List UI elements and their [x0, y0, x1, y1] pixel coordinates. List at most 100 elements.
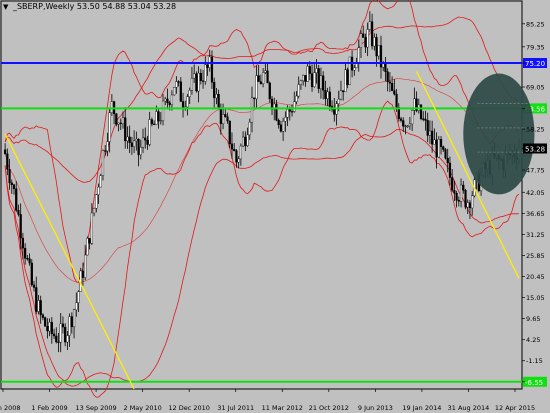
candle-body: [382, 63, 385, 68]
candle-body: [97, 186, 100, 195]
candle-body: [355, 63, 358, 69]
candle-body: [179, 81, 182, 102]
candle-body: [453, 190, 456, 194]
candle-body: [133, 140, 136, 147]
candle-body: [6, 153, 9, 170]
candle-body: [19, 214, 22, 239]
candle-body: [277, 119, 280, 125]
candle-body: [302, 75, 305, 82]
candle-body: [108, 112, 111, 142]
level-label-0: 75.20: [525, 60, 545, 68]
candle-body: [50, 321, 53, 335]
ohlc-readout: 53.50 54.88 53.04 53.28: [76, 2, 177, 11]
candle-body: [402, 120, 405, 127]
candle-body: [57, 341, 60, 343]
candle-body: [175, 81, 178, 88]
y-tick-label: 4.25: [526, 336, 540, 344]
candle-body: [353, 67, 356, 71]
candle-body: [391, 83, 394, 91]
candle-body: [248, 121, 251, 136]
y-tick-label: 9.65: [526, 315, 540, 323]
candle-body: [255, 75, 258, 100]
candle-body: [228, 120, 231, 145]
candle-body: [221, 114, 225, 125]
candle-body: [64, 326, 67, 343]
collapse-triangle-icon[interactable]: ▼: [3, 3, 8, 11]
candle-body: [206, 64, 209, 68]
candle-body: [68, 316, 71, 336]
candle-body: [286, 109, 289, 118]
candle-body: [195, 73, 198, 92]
x-tick-label: 19 Jan 2014: [402, 404, 441, 412]
candle-body: [422, 118, 425, 120]
candle-body: [337, 98, 340, 104]
candle-body: [141, 137, 145, 148]
last-price-label: 53.28: [525, 145, 545, 153]
y-tick-label: 69.05: [526, 83, 545, 91]
candle-body: [44, 317, 47, 327]
candle-body: [275, 103, 278, 121]
candle-body: [239, 145, 242, 160]
candle-body: [61, 323, 65, 328]
candle-body: [159, 120, 162, 122]
candle-body: [241, 136, 245, 147]
candle-body: [119, 122, 122, 124]
candle-body: [315, 68, 318, 73]
candle-body: [262, 72, 265, 85]
candle-body: [404, 125, 407, 128]
candle-body: [101, 150, 105, 176]
candle-body: [333, 109, 336, 115]
candle-body: [253, 97, 256, 100]
chart-root: 75.20 63.56 -6.55 85.25 79.35 69.05 58.25 47.75…: [0, 0, 550, 413]
candle-body: [161, 100, 165, 121]
candle-body: [66, 335, 69, 343]
candle-body: [459, 184, 463, 202]
candle-body: [310, 73, 314, 87]
candle-body: [339, 90, 343, 100]
forecast-ellipse[interactable]: [463, 73, 535, 195]
candle-body: [344, 69, 347, 93]
candle-body: [293, 101, 296, 112]
candle-body: [306, 66, 309, 82]
candle-body: [368, 21, 371, 30]
candle-body: [313, 72, 316, 87]
chart-header: ▼ _SBERP,Weekly 53.50 54.88 53.04 53.28: [3, 2, 176, 11]
candle-body: [295, 95, 298, 102]
x-tick-label: 13 Sep 2009: [75, 404, 116, 412]
candle-body: [317, 68, 320, 89]
candle-body: [81, 270, 85, 278]
level-label-2: -6.55: [525, 379, 543, 387]
candle-body: [12, 184, 16, 189]
candle-body: [37, 300, 40, 312]
candle-body: [15, 188, 18, 211]
candle-body: [373, 37, 376, 47]
candle-body: [442, 146, 445, 150]
candle-body: [224, 114, 227, 117]
candle-body: [139, 147, 142, 156]
candle-body: [375, 37, 378, 57]
candle-body: [322, 75, 325, 91]
x-tick-label: 8 Jun 2008: [0, 404, 20, 412]
candle-body: [190, 77, 194, 91]
candle-body: [297, 84, 300, 97]
candle-body: [137, 138, 140, 156]
candle-body: [90, 212, 93, 244]
y-tick-label: 31.25: [526, 231, 545, 239]
candle-body: [235, 150, 238, 163]
candle-body: [17, 210, 20, 215]
candle-body: [326, 91, 329, 99]
candle-body: [288, 109, 291, 112]
candle-body: [30, 262, 33, 286]
candle-body: [250, 97, 254, 123]
candle-body: [435, 139, 438, 158]
candle-body: [279, 124, 283, 132]
candle-body: [26, 258, 29, 260]
candle-body: [39, 300, 42, 316]
price-chart[interactable]: 75.2063.56-6.5585.2579.3569.0558.2547.75…: [0, 0, 550, 413]
candle-body: [282, 121, 285, 132]
candle-body: [41, 314, 45, 318]
candle-body: [284, 117, 287, 122]
x-tick-label: 21 Oct 2012: [309, 404, 349, 412]
candle-body: [304, 75, 307, 82]
candle-body: [213, 82, 216, 99]
